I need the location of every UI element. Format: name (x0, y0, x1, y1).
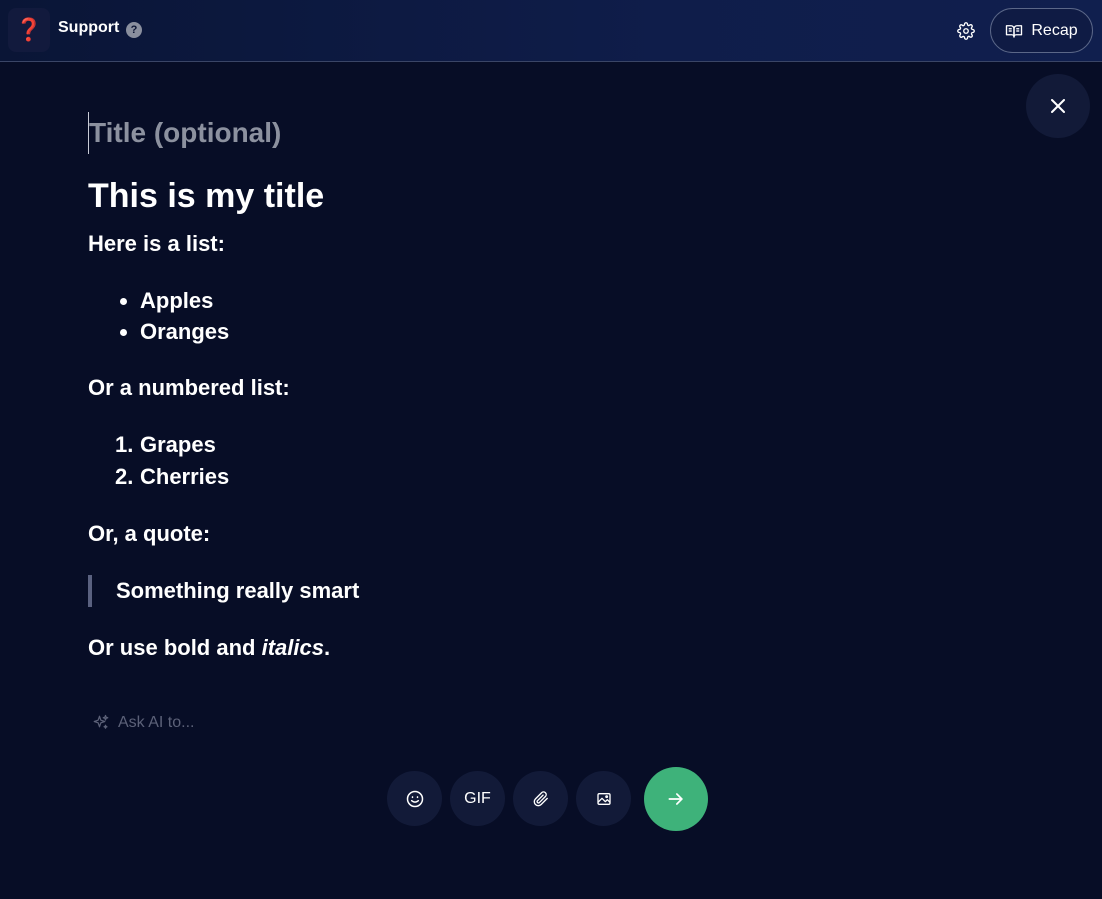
book-open-icon (1006, 24, 1023, 38)
numbered-list: 1. Grapes 2. Cherries (115, 429, 988, 493)
body-editor[interactable]: This is my title Here is a list: Apples … (88, 176, 988, 662)
italic-text: italics (261, 635, 324, 660)
recap-label: Recap (1031, 21, 1078, 39)
blockquote: Something really smart (88, 575, 988, 607)
arrow-right-icon (668, 793, 683, 805)
image-button[interactable] (576, 771, 631, 826)
list-item: Apples (140, 285, 988, 316)
format-suffix: . (323, 635, 331, 660)
paperclip-icon (533, 790, 548, 806)
recap-button[interactable]: Recap (990, 8, 1093, 53)
gif-button[interactable]: GIF (450, 771, 505, 826)
top-bar: ❓ Support ? Recap (0, 0, 1102, 62)
sparkles-icon (93, 714, 109, 729)
question-mark-icon[interactable]: ❓ (8, 8, 50, 52)
bullet-list: Apples Oranges (140, 285, 988, 347)
ask-ai-placeholder: Ask AI to... (118, 714, 195, 731)
send-button[interactable] (644, 767, 708, 831)
format-prefix: Or use (88, 635, 164, 660)
content-heading: This is my title (88, 177, 325, 215)
list-item: 1. Grapes (115, 429, 988, 461)
ask-ai-input[interactable]: Ask AI to... (92, 714, 194, 732)
list-number: 2. (115, 464, 134, 489)
bold-text: bold (163, 635, 211, 660)
emoji-button[interactable] (387, 771, 442, 826)
smiley-icon (406, 790, 423, 807)
title-input[interactable] (88, 112, 788, 154)
close-button[interactable] (1026, 74, 1090, 138)
list-item: Oranges (140, 316, 988, 347)
gear-icon (957, 22, 975, 40)
list-intro: Here is a list: (88, 231, 225, 256)
close-icon (1051, 99, 1065, 113)
format-line: Or use bold and italics. (88, 634, 988, 662)
gif-label: GIF (464, 789, 491, 807)
list-number: 1. (115, 432, 134, 457)
quote-intro: Or, a quote: (88, 521, 211, 546)
numbered-list-intro: Or a numbered list: (88, 375, 290, 400)
settings-button[interactable] (954, 19, 978, 43)
channel-name[interactable]: Support (58, 19, 119, 37)
list-item-text: Grapes (140, 432, 216, 457)
list-item-text: Cherries (140, 464, 230, 489)
attach-button[interactable] (513, 771, 568, 826)
help-icon[interactable]: ? (126, 22, 142, 38)
format-middle: and (210, 635, 262, 660)
list-item: 2. Cherries (115, 461, 988, 493)
post-editor: This is my title Here is a list: Apples … (88, 112, 988, 660)
image-icon (596, 792, 611, 805)
